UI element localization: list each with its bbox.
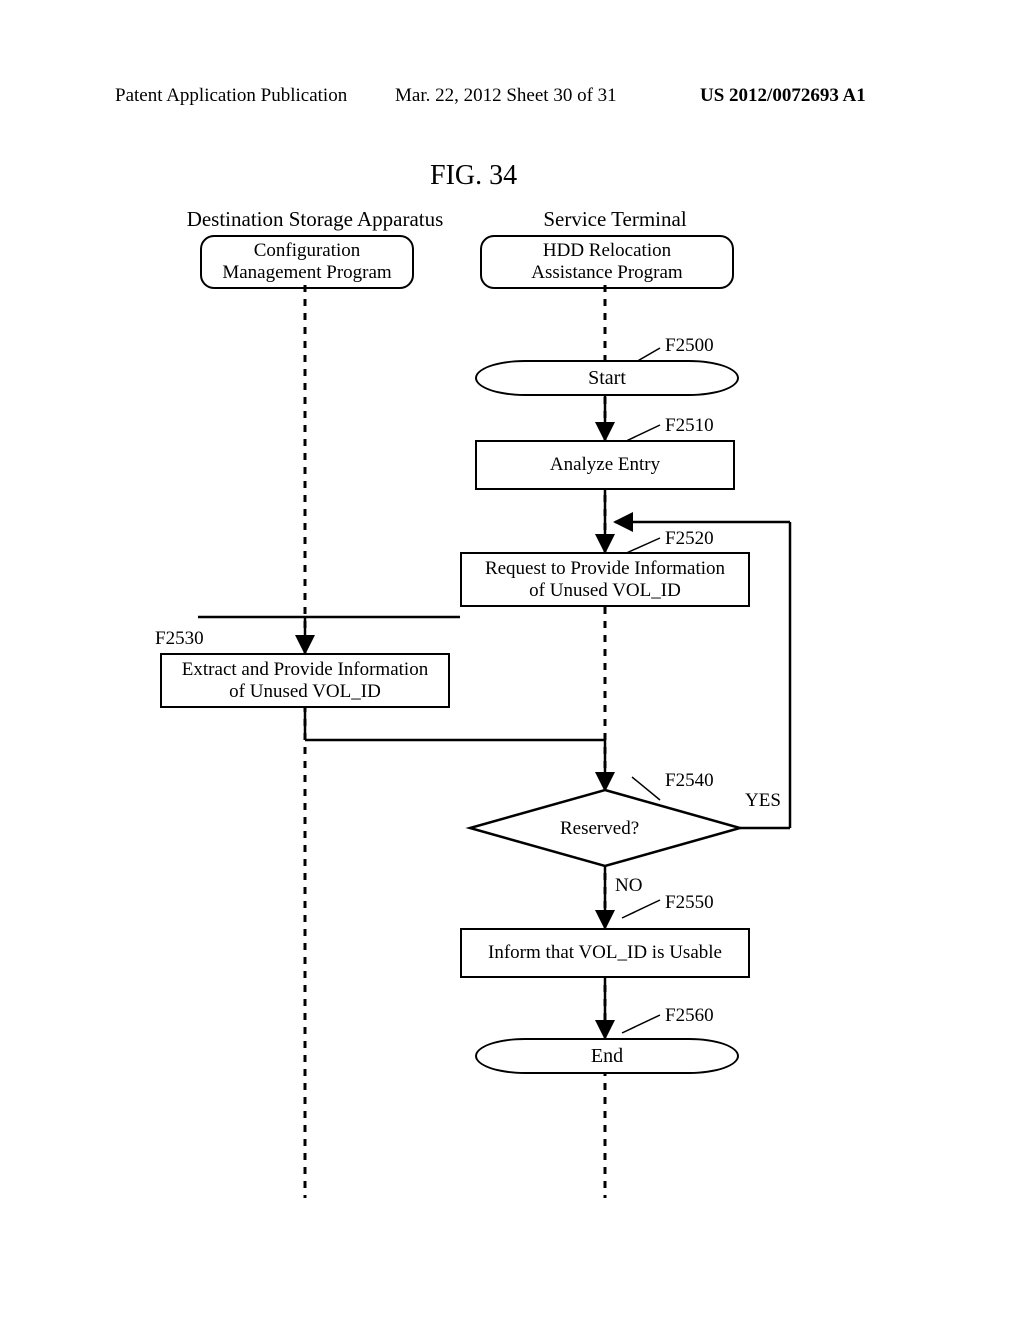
no-label: NO [615, 875, 642, 897]
request-info-box: Request to Provide Information of Unused… [460, 552, 750, 607]
hdd-relocation-program: HDD Relocation Assistance Program [480, 235, 734, 289]
flow-overlay [0, 0, 1024, 1320]
ref-f2550: F2550 [665, 892, 714, 914]
config-mgmt-program: Configuration Management Program [200, 235, 414, 289]
col-title-left: Destination Storage Apparatus [175, 207, 455, 232]
analyze-entry-box: Analyze Entry [475, 440, 735, 490]
yes-label: YES [745, 790, 781, 812]
ref-f2500: F2500 [665, 335, 714, 357]
ref-f2560: F2560 [665, 1005, 714, 1027]
extract-info-box: Extract and Provide Information of Unuse… [160, 653, 450, 708]
header-left: Patent Application Publication [115, 85, 347, 107]
end-terminator: End [475, 1038, 739, 1074]
start-terminator: Start [475, 360, 739, 396]
col-title-right: Service Terminal [490, 207, 740, 232]
ref-f2540: F2540 [665, 770, 714, 792]
header-center: Mar. 22, 2012 Sheet 30 of 31 [395, 85, 617, 107]
reserved-decision: Reserved? [560, 818, 639, 840]
figure-title: FIG. 34 [430, 160, 517, 192]
header-right: US 2012/0072693 A1 [700, 85, 866, 107]
page: Patent Application Publication Mar. 22, … [0, 0, 1024, 1320]
ref-f2510: F2510 [665, 415, 714, 437]
ref-f2520: F2520 [665, 528, 714, 550]
ref-f2530: F2530 [155, 628, 204, 650]
inform-box: Inform that VOL_ID is Usable [460, 928, 750, 978]
